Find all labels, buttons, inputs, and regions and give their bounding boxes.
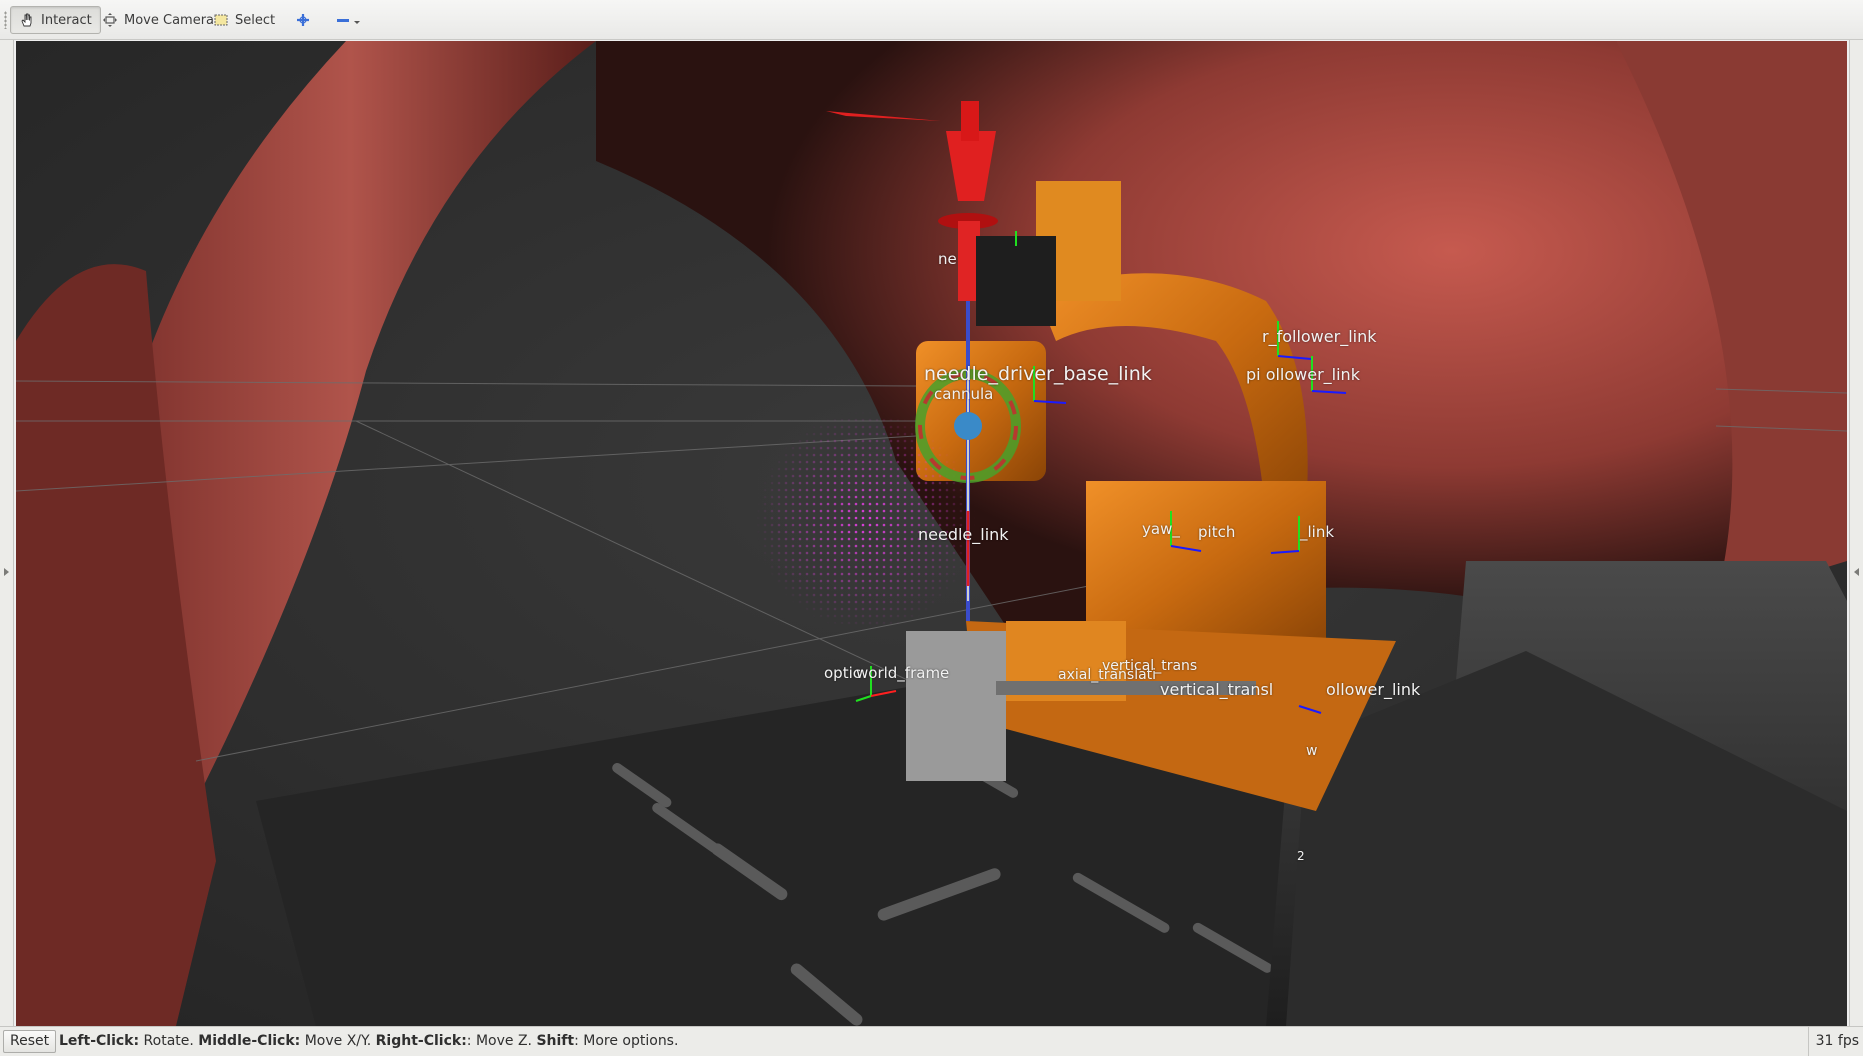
select-tool-button[interactable]: Select bbox=[204, 6, 284, 34]
linear-rail-block bbox=[906, 631, 1006, 781]
tool-toolbar: Interact Move Camera Select bbox=[0, 0, 1863, 40]
crosshair-plus-icon bbox=[295, 12, 311, 28]
tf-label-vertical-transl: vertical_transl bbox=[1160, 680, 1274, 699]
move-camera-tool-label: Move Camera bbox=[124, 12, 215, 28]
tf-label-needle-driver-base-link: needle_driver_base_link bbox=[924, 363, 1152, 385]
help-action-more-options: : More options. bbox=[574, 1033, 679, 1049]
tf-label-vertical-trans: vertical_trans bbox=[1102, 658, 1198, 674]
fps-counter: 31 fps bbox=[1807, 1027, 1863, 1056]
tf-label-w: w bbox=[1306, 743, 1318, 759]
tf-label-pitch: pitch bbox=[1198, 523, 1236, 541]
tf-label-needle-link: needle_link bbox=[918, 525, 1009, 544]
help-key-right-click: Right-Click: bbox=[375, 1033, 467, 1049]
remove-tool-menu-button[interactable] bbox=[326, 6, 370, 34]
chevron-down-icon bbox=[353, 12, 361, 28]
mouse-help-text: Left-Click: Rotate. Middle-Click: Move X… bbox=[59, 1033, 678, 1049]
tf-label-roll-follower-link: r_follower_link bbox=[1262, 327, 1377, 346]
help-action-move-z: : Move Z. bbox=[466, 1033, 532, 1049]
point-cloud bbox=[756, 411, 976, 631]
right-panel-collapse-handle[interactable] bbox=[1849, 40, 1863, 1026]
reset-button[interactable]: Reset bbox=[3, 1030, 57, 1053]
help-action-move-xy: Move X/Y. bbox=[304, 1033, 372, 1049]
help-action-rotate: Rotate. bbox=[143, 1033, 194, 1049]
tf-label-pitch-follower-link: pi ollower_link bbox=[1246, 365, 1360, 384]
tf-label-world-frame: world_frame bbox=[856, 664, 950, 682]
tf-label-yaw: yaw_ bbox=[1142, 520, 1180, 538]
select-box-icon bbox=[213, 12, 229, 28]
left-panel-collapse-handle[interactable] bbox=[0, 40, 14, 1026]
interact-tool-label: Interact bbox=[41, 12, 92, 28]
toolbar-grip-handle[interactable] bbox=[4, 11, 7, 29]
hand-icon bbox=[19, 12, 35, 28]
tf-label-cannula: cannula bbox=[934, 385, 994, 403]
help-key-shift: Shift bbox=[536, 1033, 575, 1049]
camera-move-icon bbox=[102, 12, 118, 28]
status-bar: Reset Left-Click: Rotate. Middle-Click: … bbox=[0, 1026, 1863, 1056]
tf-label-follower-link-low: ollower_link bbox=[1326, 680, 1421, 699]
select-tool-label: Select bbox=[235, 12, 276, 28]
focus-camera-tool-button[interactable] bbox=[286, 6, 320, 34]
interact-tool-button[interactable]: Interact bbox=[10, 6, 101, 34]
help-key-left-click: Left-Click: bbox=[59, 1033, 140, 1049]
tf-label-two: 2 bbox=[1297, 849, 1305, 863]
help-key-middle-click: Middle-Click: bbox=[198, 1033, 301, 1049]
3d-render-viewport[interactable]: needle_driver_base_link cannula needle_l… bbox=[16, 41, 1847, 1026]
minus-icon bbox=[335, 12, 351, 28]
tf-label-link: _link bbox=[1300, 523, 1335, 541]
tf-label-needle-top: ne bbox=[938, 250, 957, 268]
